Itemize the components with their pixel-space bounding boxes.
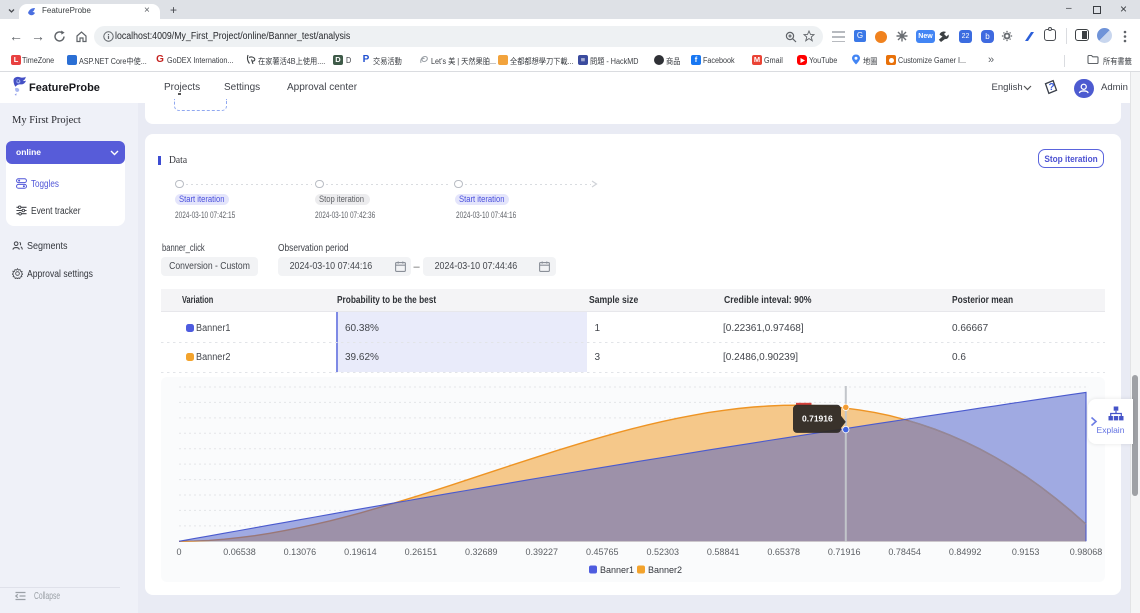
svg-text:0.65378: 0.65378 — [767, 547, 800, 557]
svg-text:0.71916: 0.71916 — [802, 414, 833, 424]
svg-text:0.39227: 0.39227 — [526, 547, 559, 557]
svg-text:0.52303: 0.52303 — [647, 547, 680, 557]
svg-text:0.78454: 0.78454 — [888, 547, 921, 557]
svg-text:?: ? — [1048, 82, 1054, 93]
svg-text:Banner1: Banner1 — [600, 565, 634, 575]
svg-text:0.98068: 0.98068 — [1070, 547, 1103, 557]
svg-text:0.26151: 0.26151 — [405, 547, 438, 557]
svg-text:0.32689: 0.32689 — [465, 547, 498, 557]
svg-text:0.45765: 0.45765 — [586, 547, 619, 557]
svg-text:0: 0 — [176, 547, 181, 557]
svg-text:0.71916: 0.71916 — [828, 547, 861, 557]
svg-text:0.06538: 0.06538 — [223, 547, 256, 557]
svg-text:0.58841: 0.58841 — [707, 547, 740, 557]
svg-text:Banner2: Banner2 — [648, 565, 682, 575]
svg-text:0.19614: 0.19614 — [344, 547, 377, 557]
svg-text:0.9153: 0.9153 — [1012, 547, 1040, 557]
svg-text:0.13076: 0.13076 — [284, 547, 317, 557]
svg-text:0.84992: 0.84992 — [949, 547, 982, 557]
